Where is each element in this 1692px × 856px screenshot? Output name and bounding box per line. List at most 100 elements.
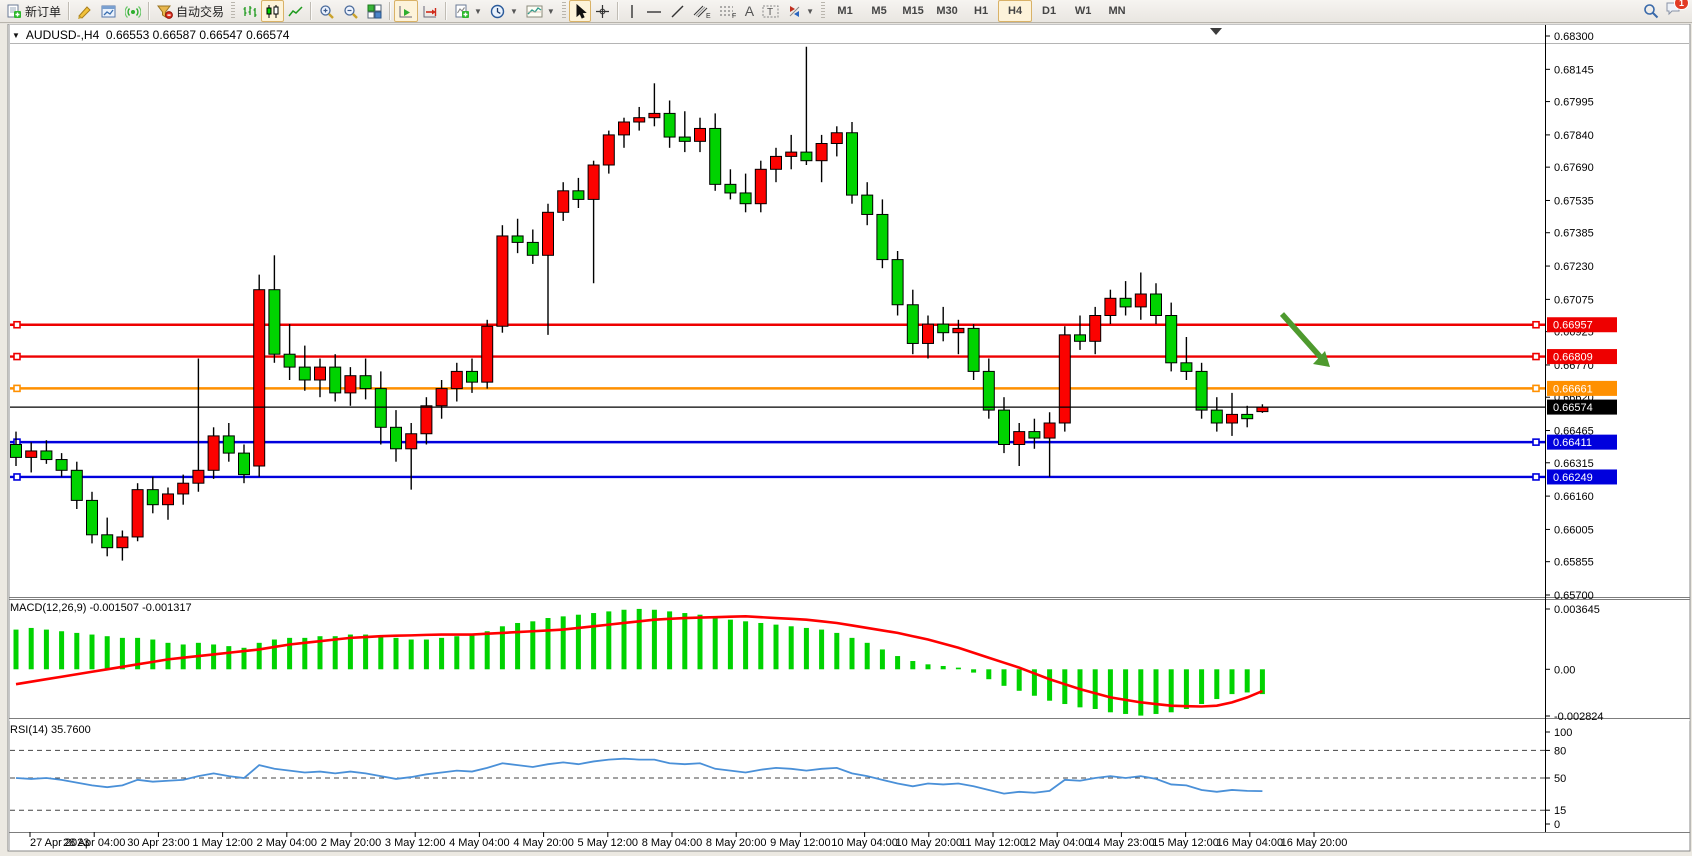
svg-text:0.67075: 0.67075: [1554, 294, 1594, 306]
rsi-indicator-label: RSI(14) 35.7600: [10, 724, 91, 736]
vertical-line-tool-button[interactable]: [622, 0, 642, 22]
trendline-icon: [670, 4, 685, 19]
timeframe-button-m5[interactable]: M5: [862, 0, 896, 22]
zoom-out-button[interactable]: [339, 0, 363, 22]
separator: [617, 2, 619, 20]
svg-text:0.67995: 0.67995: [1554, 97, 1594, 109]
zoom-in-icon: [319, 4, 335, 19]
new-order-button[interactable]: 新订单: [2, 0, 65, 22]
svg-text:0.68145: 0.68145: [1554, 64, 1594, 76]
separator: [389, 2, 391, 20]
timeframe-button-h4[interactable]: H4: [998, 0, 1032, 22]
toolbar-grip[interactable]: [231, 2, 235, 20]
chart-canvas[interactable]: 0.68300 0.68145 0.67995 0.67840 0.67690 0.675…: [0, 24, 1692, 856]
zoom-out-icon: [343, 4, 359, 19]
new-order-label: 新订单: [25, 3, 61, 20]
bar-chart-type-button[interactable]: [238, 0, 261, 22]
ohlc-bars-icon: [242, 4, 257, 19]
svg-text:8 May 20:00: 8 May 20:00: [706, 837, 767, 849]
timeframe-button-m1[interactable]: M1: [828, 0, 862, 22]
cursor-tool-button[interactable]: [569, 0, 591, 22]
svg-text:0: 0: [1554, 819, 1560, 831]
svg-text:0.66315: 0.66315: [1554, 458, 1594, 470]
crosshair-icon: [595, 4, 610, 19]
line-chart-type-button[interactable]: [284, 0, 307, 22]
one-click-trading-expander[interactable]: ▼: [12, 31, 20, 40]
tile-windows-button[interactable]: [363, 0, 386, 22]
text-label-tool-button[interactable]: T: [758, 0, 783, 22]
timeframe-button-m30[interactable]: M30: [930, 0, 964, 22]
crayon-icon: [77, 4, 93, 19]
timeframe-toolbar: M1M5M15M30H1H4D1W1MN: [828, 0, 1134, 22]
svg-text:10 May 04:00: 10 May 04:00: [831, 837, 898, 849]
toolbar-grip[interactable]: [821, 2, 825, 20]
arrows-tool-button[interactable]: ▼: [783, 0, 818, 22]
arrows-shapes-icon: [787, 4, 802, 19]
chart-shift-button[interactable]: [418, 0, 442, 22]
templates-button[interactable]: ▼: [522, 0, 559, 22]
indicators-button[interactable]: ▼: [450, 0, 486, 22]
svg-text:30 Apr 23:00: 30 Apr 23:00: [127, 837, 189, 849]
dropdown-arrow-icon: ▼: [806, 7, 814, 16]
svg-text:0.66957: 0.66957: [1553, 320, 1593, 332]
auto-trading-button[interactable]: 自动交易: [153, 0, 228, 22]
notification-count-badge: 1: [1674, 0, 1689, 10]
timeframe-button-mn[interactable]: MN: [1100, 0, 1134, 22]
fibonacci-tool-button[interactable]: F: [715, 0, 741, 22]
zoom-in-button[interactable]: [315, 0, 339, 22]
styler-button[interactable]: [73, 0, 97, 22]
svg-text:14 May 23:00: 14 May 23:00: [1088, 837, 1155, 849]
svg-text:10 May 20:00: 10 May 20:00: [895, 837, 962, 849]
main-toolbar: 新订单 自动交易 ▼ ▼ ▼ E F A T ▼ M1M5M15M30H1H4D…: [0, 0, 1692, 23]
dropdown-arrow-icon: ▼: [547, 7, 555, 16]
svg-text:F: F: [732, 13, 736, 19]
trendline-tool-button[interactable]: [666, 0, 689, 22]
timeframe-button-m15[interactable]: M15: [896, 0, 930, 22]
timeframe-button-d1[interactable]: D1: [1032, 0, 1066, 22]
mt4-terminal-window: { "toolbar": { "new_order_label": "新订单",…: [0, 0, 1692, 856]
chart-title-bar: ▼AUDUSD-,H4 0.66553 0.66587 0.66547 0.66…: [12, 28, 289, 42]
chart-window: 0.68300 0.68145 0.67995 0.67840 0.67690 0.675…: [0, 24, 1692, 856]
timeframe-button-w1[interactable]: W1: [1066, 0, 1100, 22]
svg-text:50: 50: [1554, 773, 1566, 785]
horizontal-line-tool-button[interactable]: [642, 0, 666, 22]
signals-button[interactable]: [121, 0, 145, 22]
svg-text:-0.002824: -0.002824: [1554, 711, 1604, 723]
svg-text:0.66661: 0.66661: [1553, 383, 1593, 395]
svg-text:80: 80: [1554, 745, 1566, 757]
tile-windows-icon: [367, 4, 382, 19]
equidistant-channel-tool-button[interactable]: E: [689, 0, 715, 22]
new-chart-button[interactable]: [97, 0, 121, 22]
search-icon[interactable]: [1643, 3, 1659, 19]
timeframe-button-h1[interactable]: H1: [964, 0, 998, 22]
channel-icon: E: [693, 4, 711, 19]
svg-text:28 Apr 04:00: 28 Apr 04:00: [63, 837, 125, 849]
auto-trading-icon: [157, 4, 173, 19]
separator: [148, 2, 150, 20]
svg-text:0.67690: 0.67690: [1554, 162, 1594, 174]
svg-text:9 May 12:00: 9 May 12:00: [770, 837, 831, 849]
svg-text:0.66574: 0.66574: [1553, 402, 1593, 414]
vertical-line-icon: [626, 4, 638, 19]
svg-text:0.00: 0.00: [1554, 664, 1575, 676]
svg-text:16 May 04:00: 16 May 04:00: [1216, 837, 1283, 849]
svg-text:12 May 04:00: 12 May 04:00: [1024, 837, 1091, 849]
auto-scroll-button[interactable]: [394, 0, 418, 22]
svg-text:0.67840: 0.67840: [1554, 130, 1594, 142]
svg-text:16 May 20:00: 16 May 20:00: [1281, 837, 1348, 849]
periods-button[interactable]: ▼: [486, 0, 522, 22]
svg-text:0.68300: 0.68300: [1554, 31, 1594, 43]
crosshair-tool-button[interactable]: [591, 0, 614, 22]
toolbar-grip[interactable]: [562, 2, 566, 20]
svg-text:15: 15: [1554, 805, 1566, 817]
new-order-icon: [6, 4, 22, 19]
separator: [445, 2, 447, 20]
svg-text:0.66809: 0.66809: [1553, 352, 1593, 364]
notifications-button[interactable]: 1: [1665, 1, 1682, 21]
svg-text:0.67535: 0.67535: [1554, 195, 1594, 207]
svg-text:0.66249: 0.66249: [1553, 472, 1593, 484]
text-tool-button[interactable]: A: [741, 0, 758, 22]
cursor-arrow-icon: [573, 4, 587, 19]
candlestick-chart-type-button[interactable]: [261, 0, 284, 22]
auto-scroll-icon: [398, 4, 414, 19]
